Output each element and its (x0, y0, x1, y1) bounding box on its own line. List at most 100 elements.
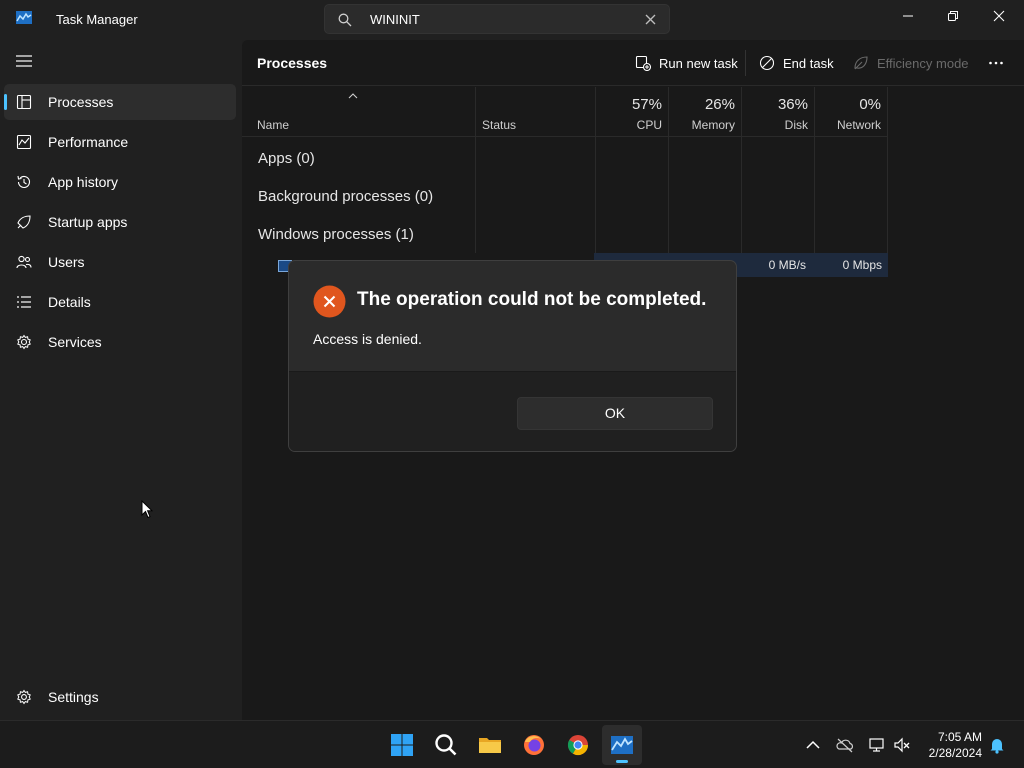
more-options-button[interactable] (988, 52, 1012, 74)
process-disk: 0 MB/s (768, 258, 806, 272)
sidebar-item-label: Startup apps (48, 214, 128, 230)
cpu-percent: 57% (631, 96, 662, 113)
restore-icon (948, 11, 958, 21)
hamburger-menu-icon[interactable] (15, 54, 33, 68)
chevron-up-icon[interactable] (804, 736, 822, 754)
header-divider (242, 136, 888, 137)
sidebar-item-users[interactable]: Users (4, 244, 236, 280)
window-title: Task Manager (56, 12, 138, 27)
performance-icon (16, 134, 32, 150)
sidebar-item-startup-apps[interactable]: Startup apps (4, 204, 236, 240)
sidebar-item-label: App history (48, 174, 119, 190)
network-icon[interactable] (868, 736, 886, 754)
search-value: WININIT (370, 12, 420, 27)
close-button[interactable] (976, 0, 1022, 32)
search-icon (435, 734, 457, 756)
sidebar-item-settings[interactable]: Settings (4, 679, 236, 715)
chrome-button[interactable] (558, 725, 598, 765)
search-icon (338, 13, 352, 27)
column-header-cpu[interactable]: CPU (596, 118, 662, 132)
network-percent: 0% (859, 96, 881, 113)
restore-button[interactable] (930, 0, 976, 32)
column-header-name[interactable]: Name (257, 118, 289, 132)
sidebar-item-label: Processes (48, 94, 114, 110)
onedrive-offline-icon[interactable] (836, 736, 854, 754)
taskbar: 7:05 AM 2/28/2024 (0, 720, 1024, 768)
task-manager-taskbar-button[interactable] (602, 725, 642, 765)
settings-gear-icon (17, 689, 31, 705)
sidebar-item-label: Settings (48, 689, 99, 705)
task-manager-icon (16, 11, 32, 24)
leaf-icon (854, 56, 868, 70)
group-background-processes[interactable]: Background processes (0) (258, 188, 433, 205)
details-icon (17, 296, 31, 308)
memory-percent: 26% (704, 96, 735, 113)
file-explorer-button[interactable] (470, 725, 510, 765)
sidebar-item-details[interactable]: Details (4, 284, 236, 320)
efficiency-mode-label: Efficiency mode (877, 55, 969, 71)
active-app-indicator (616, 760, 628, 763)
active-indicator (4, 94, 7, 110)
error-icon (313, 285, 346, 318)
column-divider (814, 87, 815, 277)
clock-date: 2/28/2024 (928, 746, 982, 760)
windows-start-icon (391, 734, 413, 756)
dialog-message: Access is denied. (313, 331, 422, 347)
sidebar-item-processes[interactable]: Processes (4, 84, 236, 120)
toolbar-divider (745, 50, 746, 76)
task-manager-icon (611, 736, 633, 754)
firefox-button[interactable] (514, 725, 554, 765)
run-new-task-icon (635, 55, 651, 71)
minimize-button[interactable] (885, 0, 931, 32)
clear-search-icon[interactable] (644, 13, 657, 26)
end-task-icon (759, 55, 775, 71)
system-clock[interactable]: 7:05 AM 2/28/2024 (918, 729, 982, 761)
firefox-icon (524, 735, 544, 755)
end-task-label: End task (783, 55, 834, 71)
column-header-network[interactable]: Network (815, 118, 881, 132)
services-icon (17, 334, 31, 350)
disk-percent: 36% (777, 96, 808, 113)
error-dialog: The operation could not be completed. Ac… (288, 260, 737, 452)
sidebar-item-app-history[interactable]: App history (4, 164, 236, 200)
ok-button[interactable]: OK (517, 397, 713, 430)
folder-icon (479, 738, 501, 753)
sort-ascending-icon (348, 93, 358, 99)
sidebar-item-performance[interactable]: Performance (4, 124, 236, 160)
users-icon (16, 255, 32, 269)
processes-icon (16, 94, 32, 110)
run-new-task-label: Run new task (659, 55, 738, 71)
sidebar-item-services[interactable]: Services (4, 324, 236, 360)
column-divider (887, 87, 888, 277)
mouse-cursor-icon (141, 500, 153, 519)
start-button[interactable] (382, 725, 422, 765)
group-apps[interactable]: Apps (0) (258, 150, 315, 167)
run-new-task-button[interactable]: Run new task (635, 52, 738, 74)
column-divider (595, 87, 596, 277)
notification-bell-icon[interactable] (988, 736, 1006, 754)
title-bar: Task Manager WININIT (0, 0, 1024, 40)
sidebar-item-label: Details (48, 294, 91, 310)
column-divider (741, 87, 742, 277)
column-header-disk[interactable]: Disk (742, 118, 808, 132)
close-icon (993, 10, 1005, 22)
column-divider (668, 87, 669, 277)
column-header-status[interactable]: Status (482, 118, 516, 132)
page-title: Processes (257, 55, 328, 71)
taskbar-search-button[interactable] (426, 725, 466, 765)
column-header-memory[interactable]: Memory (669, 118, 735, 132)
more-options-icon (989, 61, 1003, 65)
search-input[interactable]: WININIT (324, 4, 670, 34)
column-divider (475, 87, 476, 253)
dialog-footer: OK (289, 371, 736, 451)
efficiency-mode-button[interactable]: Efficiency mode (853, 52, 969, 74)
chrome-icon (567, 735, 589, 756)
end-task-button[interactable]: End task (759, 52, 834, 74)
group-windows-processes[interactable]: Windows processes (1) (258, 226, 414, 243)
minimize-icon (903, 15, 913, 17)
volume-muted-icon[interactable] (893, 736, 911, 754)
dialog-title: The operation could not be completed. (357, 289, 707, 310)
sidebar-item-label: Services (48, 334, 102, 350)
sidebar-item-label: Users (48, 254, 85, 270)
command-bar: Processes Run new task End task Efficien… (242, 40, 1024, 86)
